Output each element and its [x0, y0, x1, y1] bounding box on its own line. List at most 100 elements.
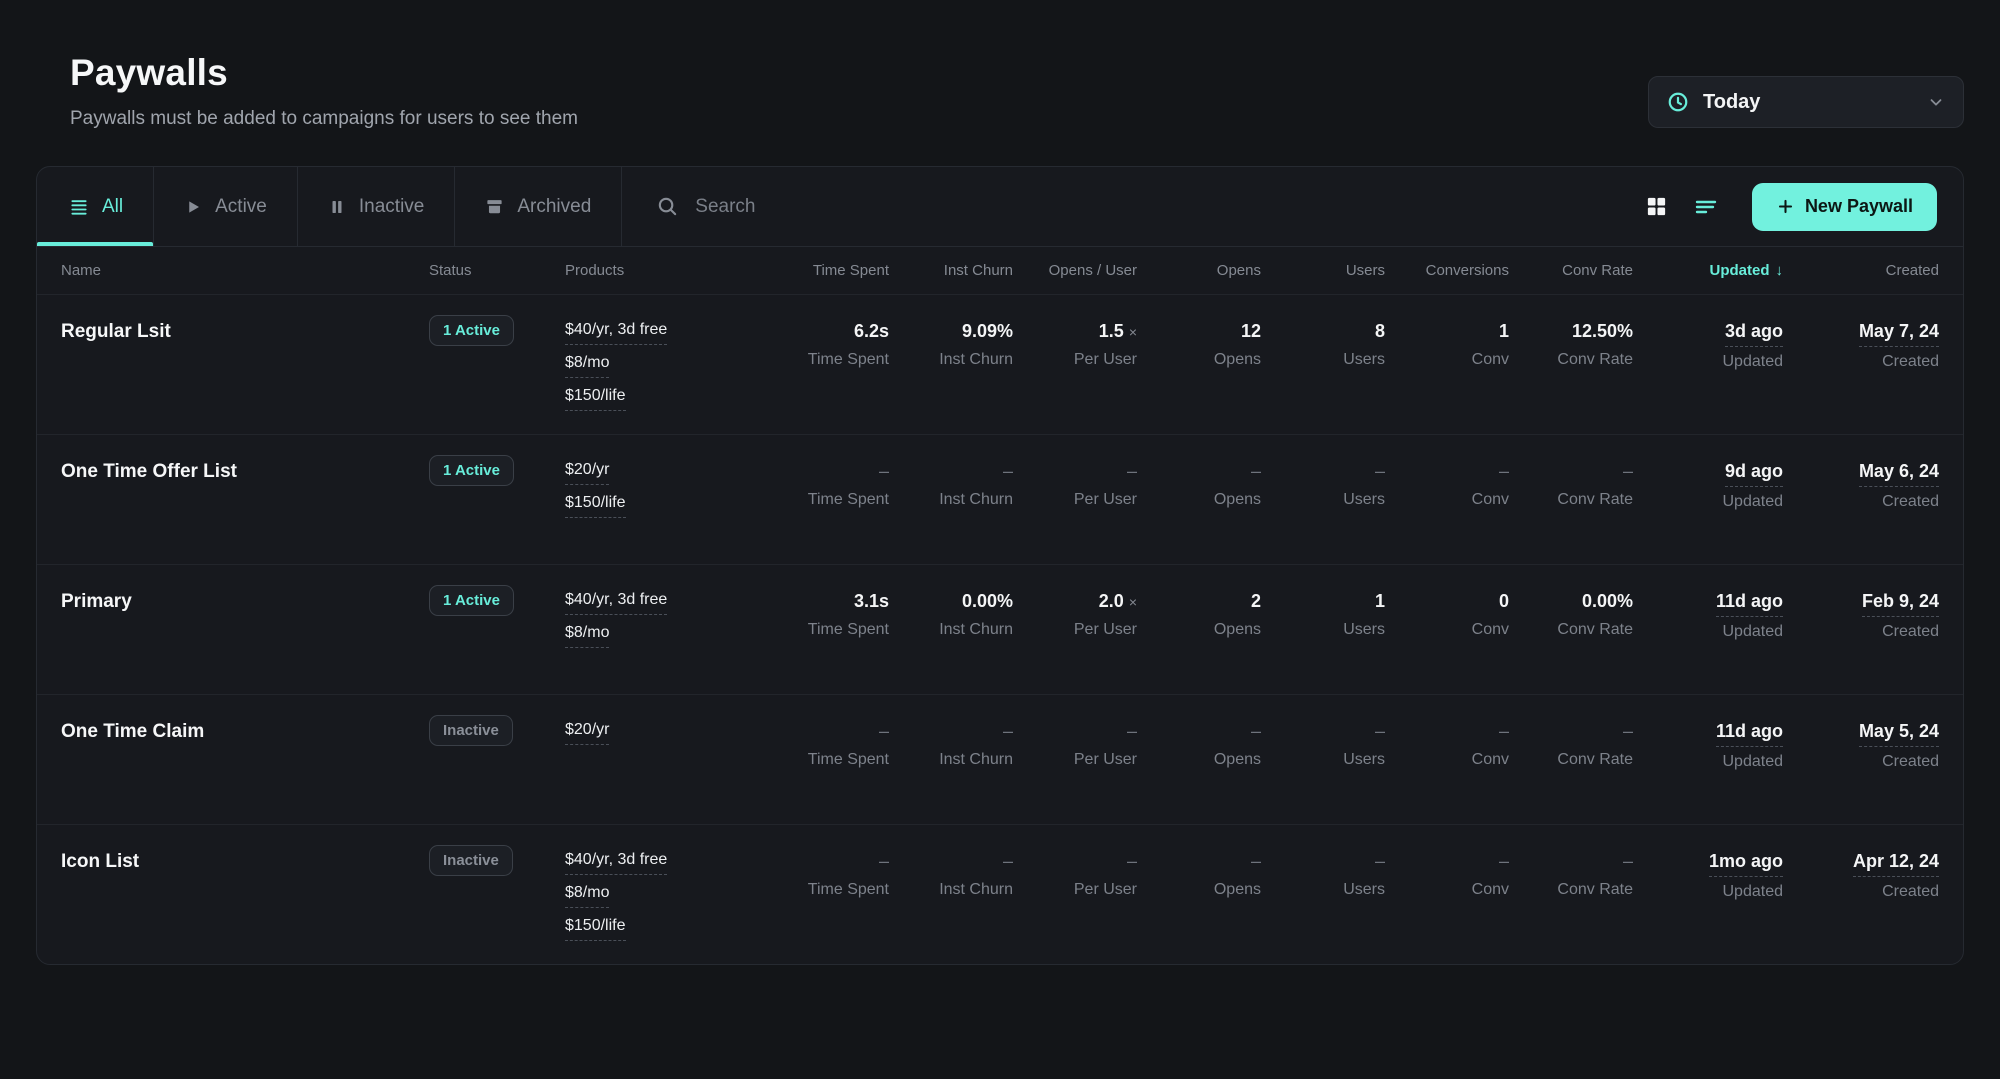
- column-header-time-spent[interactable]: Time Spent: [765, 262, 889, 279]
- column-header-conversions[interactable]: Conversions: [1385, 262, 1509, 279]
- column-header-status[interactable]: Status: [429, 262, 565, 279]
- metric-cell-conv-rate: 0.00%Conv Rate: [1509, 591, 1633, 680]
- metric-value-wrap: –: [1137, 851, 1261, 872]
- product-price[interactable]: $20/yr: [565, 461, 609, 485]
- metric-value[interactable]: May 6, 24: [1859, 461, 1939, 487]
- column-header-inst-churn[interactable]: Inst Churn: [889, 262, 1013, 279]
- tab-active[interactable]: Active: [154, 167, 298, 246]
- metric-value[interactable]: Feb 9, 24: [1862, 591, 1939, 617]
- metric-value: 2.0×: [1013, 591, 1137, 612]
- metric-value: –: [1013, 721, 1137, 742]
- metric-label: Per User: [1013, 621, 1137, 639]
- column-header-conv-rate[interactable]: Conv Rate: [1509, 262, 1633, 279]
- metric-value[interactable]: May 5, 24: [1859, 721, 1939, 747]
- status-badge: Inactive: [429, 715, 513, 746]
- metric-cell-users: 1Users: [1261, 591, 1385, 680]
- metric-value-wrap: –: [1013, 721, 1137, 742]
- status-cell: Inactive: [429, 721, 565, 810]
- page-title: Paywalls: [70, 52, 578, 94]
- table-header-row: NameStatusProductsTime SpentInst ChurnOp…: [37, 247, 1963, 295]
- metric-value-wrap: –: [1509, 851, 1633, 872]
- metric-label: Per User: [1013, 491, 1137, 509]
- metric-cell-conv: –Conv: [1385, 721, 1509, 810]
- metric-value: –: [765, 721, 889, 742]
- metric-value: 0: [1385, 591, 1509, 612]
- metric-value[interactable]: May 7, 24: [1859, 321, 1939, 347]
- table-row[interactable]: One Time ClaimInactive$20/yr–Time Spent–…: [37, 695, 1963, 825]
- metric-value: –: [1385, 461, 1509, 482]
- products-cell: $40/yr, 3d free $8/mo $150/life: [565, 851, 765, 950]
- metric-value[interactable]: Apr 12, 24: [1853, 851, 1939, 877]
- product-price[interactable]: $40/yr, 3d free: [565, 321, 667, 345]
- product-price[interactable]: $40/yr, 3d free: [565, 851, 667, 875]
- metric-label: Time Spent: [765, 881, 889, 899]
- column-header-name[interactable]: Name: [61, 262, 429, 279]
- product-price[interactable]: $20/yr: [565, 721, 609, 745]
- multiplier-suffix: ×: [1129, 324, 1137, 340]
- column-header-opens[interactable]: Opens: [1137, 262, 1261, 279]
- column-header-updated[interactable]: Updated↓: [1633, 262, 1783, 279]
- metric-cell-created: May 6, 24 Created: [1783, 461, 1939, 550]
- paywall-name: Icon List: [61, 851, 429, 873]
- metric-value-wrap: May 5, 24: [1783, 721, 1939, 747]
- metric-value-wrap: –: [1261, 461, 1385, 482]
- list-view-button[interactable]: [1694, 195, 1718, 219]
- product-price[interactable]: $150/life: [565, 917, 626, 941]
- metric-value-wrap: 1.5×: [1013, 321, 1137, 342]
- metric-label: Conv: [1385, 621, 1509, 639]
- product-price[interactable]: $8/mo: [565, 884, 609, 908]
- metric-label: Created: [1783, 353, 1939, 371]
- metric-cell-conv-rate: –Conv Rate: [1509, 851, 1633, 950]
- metric-value[interactable]: 3d ago: [1725, 321, 1783, 347]
- grid-view-icon: [1645, 195, 1668, 218]
- metric-label: Users: [1261, 621, 1385, 639]
- metric-value: 9.09%: [889, 321, 1013, 342]
- product-price[interactable]: $150/life: [565, 387, 626, 411]
- metric-label: Opens: [1137, 621, 1261, 639]
- table-row[interactable]: One Time Offer List1 Active$20/yr$150/li…: [37, 435, 1963, 565]
- table-row[interactable]: Regular Lsit1 Active$40/yr, 3d free$8/mo…: [37, 295, 1963, 435]
- metric-value[interactable]: 11d ago: [1716, 591, 1783, 617]
- metric-label: Time Spent: [765, 491, 889, 509]
- metric-value[interactable]: 1mo ago: [1709, 851, 1783, 877]
- tab-label: All: [102, 196, 123, 218]
- status-badge: 1 Active: [429, 585, 514, 616]
- metric-label: Created: [1783, 493, 1939, 511]
- table-row[interactable]: Icon ListInactive$40/yr, 3d free$8/mo$15…: [37, 825, 1963, 964]
- table-row[interactable]: Primary1 Active$40/yr, 3d free$8/mo3.1sT…: [37, 565, 1963, 695]
- page-subtitle: Paywalls must be added to campaigns for …: [70, 108, 578, 130]
- tab-archived[interactable]: Archived: [455, 167, 622, 246]
- metric-cell-conv-rate: –Conv Rate: [1509, 721, 1633, 810]
- paywalls-page: Paywalls Paywalls must be added to campa…: [0, 0, 2000, 1079]
- metric-label: Users: [1261, 881, 1385, 899]
- metric-value-wrap: 12: [1137, 321, 1261, 342]
- search-input[interactable]: [695, 196, 1115, 218]
- product-price[interactable]: $40/yr, 3d free: [565, 591, 667, 615]
- metric-value: –: [1261, 721, 1385, 742]
- column-header-created[interactable]: Created: [1783, 262, 1939, 279]
- tab-all[interactable]: All: [37, 167, 154, 246]
- product-price[interactable]: $8/mo: [565, 624, 609, 648]
- metric-value[interactable]: 9d ago: [1725, 461, 1783, 487]
- metric-value: –: [765, 461, 889, 482]
- column-header-users[interactable]: Users: [1261, 262, 1385, 279]
- search-box: [622, 167, 1645, 246]
- metric-value[interactable]: 11d ago: [1716, 721, 1783, 747]
- column-header-opens-user[interactable]: Opens / User: [1013, 262, 1137, 279]
- status-cell: 1 Active: [429, 321, 565, 420]
- new-paywall-button[interactable]: New Paywall: [1752, 183, 1937, 231]
- metric-value: 8: [1261, 321, 1385, 342]
- metric-cell-opens: –Opens: [1137, 851, 1261, 950]
- plus-icon: [1776, 197, 1795, 216]
- metric-cell-conv: –Conv: [1385, 461, 1509, 550]
- metric-value: –: [1509, 461, 1633, 482]
- product-price[interactable]: $8/mo: [565, 354, 609, 378]
- product-price[interactable]: $150/life: [565, 494, 626, 518]
- metric-cell-users: –Users: [1261, 851, 1385, 950]
- period-selector[interactable]: Today: [1648, 76, 1964, 128]
- view-toggles: [1645, 167, 1752, 246]
- grid-view-button[interactable]: [1645, 195, 1668, 218]
- status-cell: 1 Active: [429, 461, 565, 550]
- column-header-products[interactable]: Products: [565, 262, 765, 279]
- tab-inactive[interactable]: Inactive: [298, 167, 455, 246]
